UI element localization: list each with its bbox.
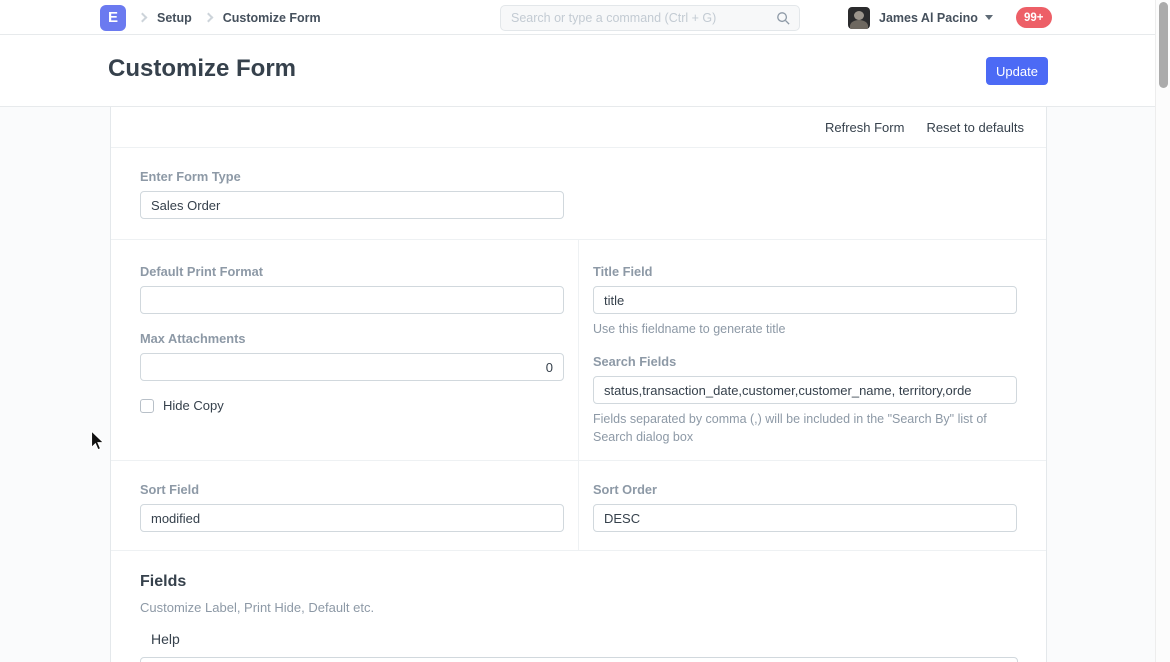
default-print-format-label: Default Print Format bbox=[140, 264, 563, 279]
default-print-format-input[interactable] bbox=[140, 286, 564, 314]
form-type-label: Enter Form Type bbox=[140, 169, 1046, 184]
search-fields-help: Fields separated by comma (,) will be in… bbox=[593, 410, 1017, 446]
column-right: Title Field Use this fieldname to genera… bbox=[579, 240, 1046, 460]
search-fields-input[interactable] bbox=[593, 376, 1017, 404]
app-logo[interactable]: E bbox=[100, 5, 126, 31]
form-container: Refresh Form Reset to defaults Enter For… bbox=[110, 107, 1047, 662]
notification-badge[interactable]: 99+ bbox=[1016, 7, 1052, 28]
navbar: E Setup Customize Form James Al Pacino 9… bbox=[0, 0, 1170, 35]
section-sorting: Sort Field Sort Order bbox=[111, 461, 1046, 551]
sort-field-input[interactable] bbox=[140, 504, 564, 532]
form-toolbar: Refresh Form Reset to defaults bbox=[111, 107, 1046, 148]
sort-order-input[interactable] bbox=[593, 504, 1017, 532]
user-name: James Al Pacino bbox=[879, 11, 978, 25]
page-head: Customize Form Update bbox=[0, 35, 1170, 107]
section-fields: Fields Customize Label, Print Hide, Defa… bbox=[111, 551, 1046, 662]
search-input[interactable] bbox=[511, 11, 776, 25]
global-search bbox=[500, 5, 800, 31]
chevron-down-icon bbox=[985, 15, 993, 20]
page-body: Refresh Form Reset to defaults Enter For… bbox=[0, 107, 1155, 662]
reset-to-defaults-link[interactable]: Reset to defaults bbox=[926, 120, 1024, 135]
breadcrumb: E Setup Customize Form bbox=[100, 0, 321, 35]
avatar bbox=[848, 7, 870, 29]
column-right: Sort Order bbox=[579, 461, 1046, 550]
hide-copy-row[interactable]: Hide Copy bbox=[140, 398, 563, 413]
max-attachments-label: Max Attachments bbox=[140, 331, 563, 346]
search-fields-label: Search Fields bbox=[593, 354, 1017, 369]
search-icon[interactable] bbox=[776, 11, 791, 26]
chevron-right-icon bbox=[138, 13, 148, 23]
sort-field-label: Sort Field bbox=[140, 482, 563, 497]
refresh-form-link[interactable]: Refresh Form bbox=[825, 120, 904, 135]
update-button[interactable]: Update bbox=[986, 57, 1048, 85]
title-field-input[interactable] bbox=[593, 286, 1017, 314]
help-panel bbox=[140, 657, 1018, 662]
sort-order-label: Sort Order bbox=[593, 482, 1017, 497]
title-field-help: Use this fieldname to generate title bbox=[593, 320, 1017, 338]
breadcrumb-setup[interactable]: Setup bbox=[157, 11, 192, 25]
max-attachments-input[interactable] bbox=[140, 353, 564, 381]
scrollbar-track[interactable] bbox=[1155, 0, 1170, 662]
user-menu[interactable]: James Al Pacino bbox=[848, 0, 993, 35]
form-type-input[interactable] bbox=[140, 191, 564, 219]
page-title: Customize Form bbox=[108, 55, 296, 83]
hide-copy-label: Hide Copy bbox=[163, 398, 224, 413]
scrollbar-thumb[interactable] bbox=[1159, 2, 1168, 88]
title-field-label: Title Field bbox=[593, 264, 1017, 279]
column-left: Default Print Format Max Attachments Hid… bbox=[111, 240, 579, 460]
hide-copy-checkbox[interactable] bbox=[140, 399, 154, 413]
fields-section-description: Customize Label, Print Hide, Default etc… bbox=[140, 600, 1017, 615]
section-properties: Default Print Format Max Attachments Hid… bbox=[111, 240, 1046, 461]
column-left: Sort Field bbox=[111, 461, 579, 550]
chevron-right-icon bbox=[203, 13, 213, 23]
fields-section-title: Fields bbox=[140, 573, 1017, 591]
help-label[interactable]: Help bbox=[151, 631, 1017, 647]
section-form-type: Enter Form Type bbox=[111, 148, 1046, 240]
breadcrumb-current[interactable]: Customize Form bbox=[223, 11, 321, 25]
